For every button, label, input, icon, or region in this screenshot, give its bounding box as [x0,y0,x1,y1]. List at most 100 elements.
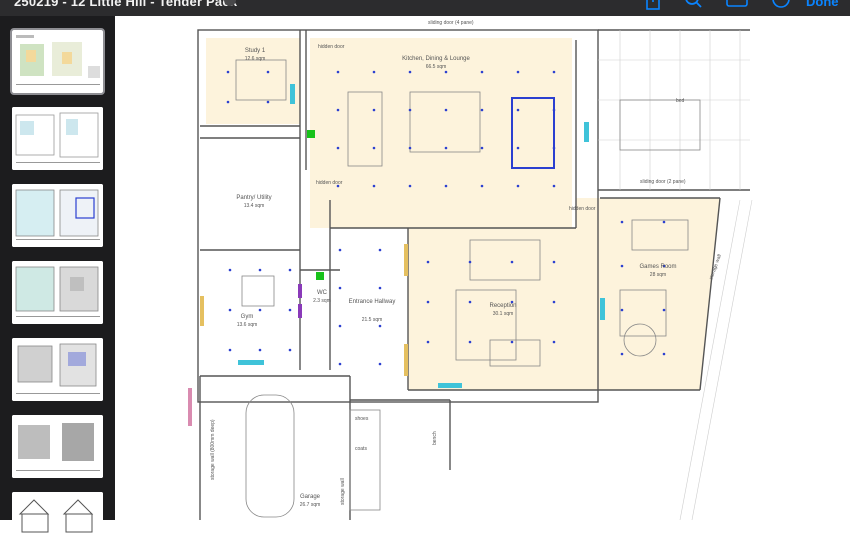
light-dot [444,70,448,74]
light-dot [510,260,514,264]
light-dot [336,70,340,74]
light-dot [444,184,448,188]
room-area-games: 28 sqm [650,272,666,278]
light-dot [338,324,342,328]
page-thumbnail-1[interactable] [10,28,105,95]
light-dot [408,70,412,74]
room-name-garage: Garage [300,494,321,500]
search-icon[interactable] [684,0,702,10]
room-area-entrance: 21.5 sqm [362,317,383,323]
light-dot [258,308,262,312]
light-dot [480,108,484,112]
light-dot [426,260,430,264]
light-dot [336,146,340,150]
light-dot [288,348,292,352]
done-button[interactable]: Done [806,0,839,9]
floor-plan: Study 1 12.6 sqm Kitchen, Dining & Loung… [188,20,753,520]
page-thumbnail-7[interactable] [12,492,103,555]
shoes-label: shoes [355,416,369,422]
light-dot [468,260,472,264]
light-dot [468,340,472,344]
light-dot [552,260,556,264]
light-dot [516,70,520,74]
markup-icon[interactable] [772,0,790,10]
light-dot [662,352,666,356]
light-dot [552,108,556,112]
room-name-study: Study 1 [245,48,266,54]
bench-label: bench [432,431,438,445]
light-dot [408,108,412,112]
room-name-games: Games Room [639,264,676,270]
light-dot [408,184,412,188]
light-dot [480,146,484,150]
light-dot [516,184,520,188]
light-dot [338,362,342,366]
light-dot [552,184,556,188]
garage-storage-wall-label: storage wall (800mm deep) [210,419,216,480]
hidden-door-label-1: hidden door [318,44,345,50]
light-dot [620,308,624,312]
light-dot [288,308,292,312]
room-name-entrance: Entrance Hallway [349,299,396,305]
room-area-garage: 26.7 sqm [300,502,321,508]
light-dot [266,70,270,74]
light-dot [378,324,382,328]
light-dot [258,268,262,272]
page-thumbnail-4[interactable] [12,261,103,324]
coats-label: coats [355,446,367,452]
light-dot [288,268,292,272]
room-area-wc: 2.3 sqm [313,298,331,304]
room-name-kitchen: Kitchen, Dining & Lounge [402,56,470,62]
page-thumbnail-6[interactable] [12,415,103,478]
light-dot [510,340,514,344]
room-name-reception: Reception [489,303,516,309]
room-name-wc: WC [317,290,328,296]
room-fill-games [600,198,720,390]
document-canvas[interactable]: Study 1 12.6 sqm Kitchen, Dining & Loung… [115,16,850,520]
light-dot [378,362,382,366]
page-thumbnail-2[interactable] [12,107,103,170]
annotate-icon[interactable] [726,0,748,10]
sliding-door-right-label: sliding door (2 pane) [640,179,686,185]
hidden-door-label-3: hidden door [569,206,596,212]
light-dot [258,348,262,352]
hidden-door-label-2: hidden door [316,180,343,186]
light-dot [426,340,430,344]
light-dot [620,220,624,224]
document-title[interactable]: 250219 - 12 Little Hill - Tender Pack [14,0,237,9]
light-dot [338,286,342,290]
light-dot [444,146,448,150]
light-dot [662,220,666,224]
light-dot [480,70,484,74]
light-dot [620,352,624,356]
room-area-reception: 30.1 sqm [493,311,514,317]
light-dot [408,146,412,150]
light-dot [336,108,340,112]
light-dot [444,108,448,112]
light-dot [372,70,376,74]
light-dot [228,308,232,312]
top-bar: 250219 - 12 Little Hill - Tender Pack Do… [0,0,850,16]
light-dot [662,308,666,312]
light-dot [468,300,472,304]
light-dot [228,268,232,272]
room-area-kitchen: 66.5 sqm [426,64,447,70]
light-dot [372,108,376,112]
light-dot [228,348,232,352]
page-thumbnail-3[interactable] [12,184,103,247]
light-dot [378,286,382,290]
page-thumbnail-sidebar [0,16,115,555]
light-dot [378,248,382,252]
light-dot [226,70,230,74]
page-thumbnail-5[interactable] [12,338,103,401]
light-dot [480,184,484,188]
light-dot [372,146,376,150]
light-dot [426,300,430,304]
room-area-gym: 13.6 sqm [237,322,258,328]
light-dot [338,248,342,252]
light-dot [516,146,520,150]
sliding-door-top-label: sliding door (4 pane) [428,20,474,26]
share-icon[interactable] [644,0,662,10]
light-dot [552,300,556,304]
room-area-study: 12.6 sqm [245,56,266,62]
